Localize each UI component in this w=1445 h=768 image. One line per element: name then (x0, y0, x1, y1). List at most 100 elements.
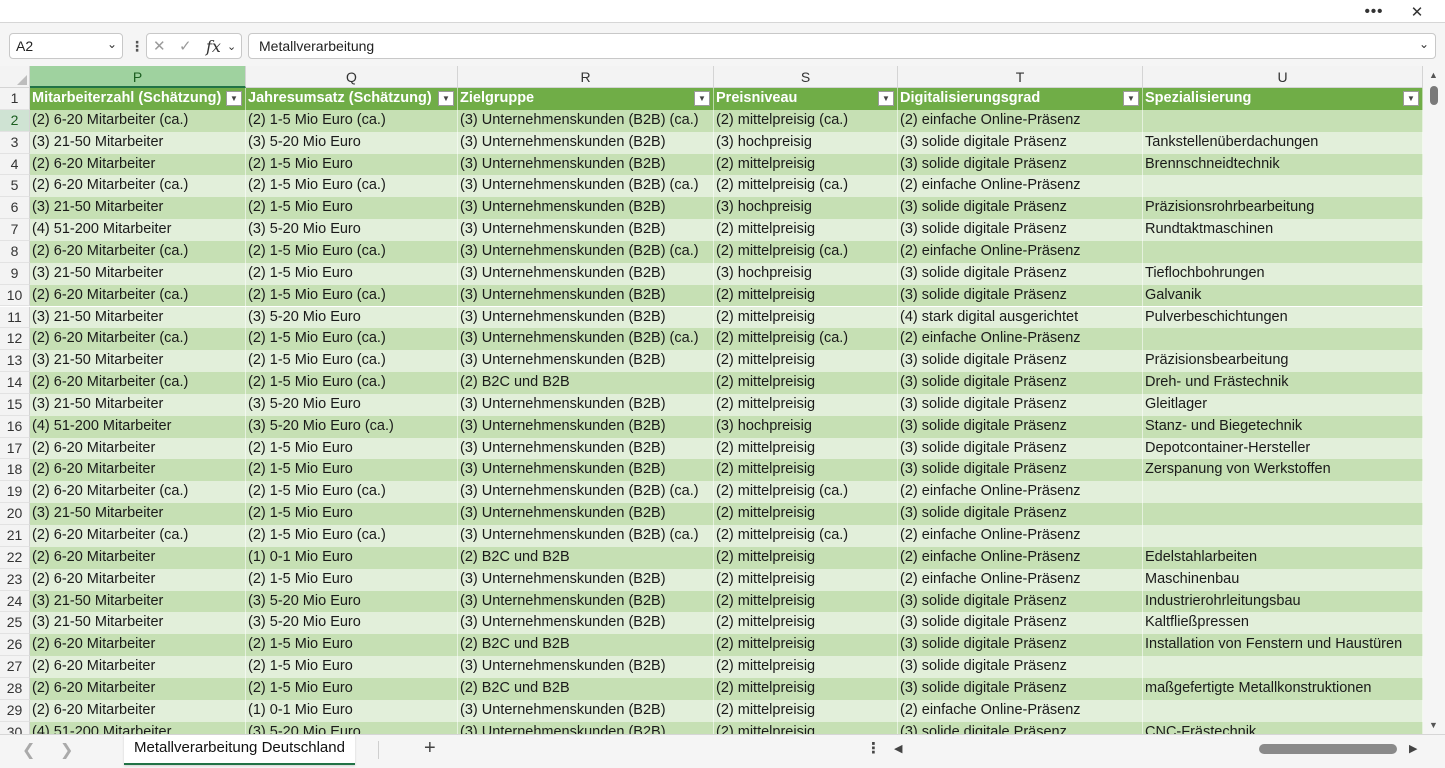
cell[interactable]: (3) Unternehmenskunden (B2B) (458, 153, 714, 176)
row-number[interactable]: 9 (0, 262, 30, 285)
add-sheet-button[interactable]: + (424, 737, 436, 760)
row-number[interactable]: 8 (0, 240, 30, 263)
cell[interactable]: Kaltfließpressen (1143, 612, 1423, 635)
column-header-t[interactable]: T (898, 66, 1143, 88)
cell[interactable]: (2) 6-20 Mitarbeiter (30, 634, 246, 657)
cell[interactable]: (1) 0-1 Mio Euro (246, 546, 458, 569)
cell[interactable]: (3) 21-50 Mitarbeiter (30, 590, 246, 613)
cell[interactable]: (2) 1-5 Mio Euro (246, 568, 458, 591)
previous-sheet-icon[interactable]: ❮ (22, 740, 35, 760)
row-number[interactable]: 30 (0, 721, 30, 734)
insert-function-icon[interactable]: fx (206, 37, 221, 56)
cell[interactable]: (2) 6-20 Mitarbeiter (30, 153, 246, 176)
cell[interactable]: Maschinenbau (1143, 568, 1423, 591)
cell[interactable]: (2) mittelpreisig (714, 634, 898, 657)
row-number[interactable]: 28 (0, 677, 30, 700)
cell[interactable]: (2) 6-20 Mitarbeiter (ca.) (30, 481, 246, 504)
cell[interactable]: (3) Unternehmenskunden (B2B) (458, 612, 714, 635)
cell[interactable]: (2) mittelpreisig (714, 219, 898, 241)
cell[interactable]: (3) 5-20 Mio Euro (ca.) (246, 415, 458, 438)
cell[interactable]: (2) mittelpreisig (714, 656, 898, 678)
cell[interactable]: (2) einfache Online-Präsenz (898, 568, 1143, 591)
cell[interactable]: (3) 21-50 Mitarbeiter (30, 262, 246, 285)
cell[interactable] (1143, 328, 1423, 351)
cell[interactable]: (3) 21-50 Mitarbeiter (30, 503, 246, 525)
cell[interactable]: (2) 6-20 Mitarbeiter (30, 437, 246, 460)
cell[interactable]: (2) 6-20 Mitarbeiter (ca.) (30, 109, 246, 132)
spreadsheet-grid[interactable]: PQRSTU 1 Mitarbeiterzahl (Schätzung) ▼ Jahr… (0, 66, 1423, 734)
cell[interactable]: (3) 21-50 Mitarbeiter (30, 393, 246, 416)
cell[interactable]: (2) mittelpreisig (714, 699, 898, 722)
cell[interactable] (1143, 481, 1423, 504)
cell[interactable]: (2) mittelpreisig (714, 721, 898, 734)
cell[interactable]: CNC-Frästechnik (1143, 721, 1423, 734)
cell[interactable]: (3) solide digitale Präsenz (898, 153, 1143, 176)
cell[interactable]: (3) Unternehmenskunden (B2B) (458, 721, 714, 734)
cell[interactable]: (3) solide digitale Präsenz (898, 721, 1143, 734)
cell[interactable]: (2) 1-5 Mio Euro (ca.) (246, 481, 458, 504)
cell[interactable]: (2) 1-5 Mio Euro (246, 677, 458, 700)
cell[interactable]: (3) 21-50 Mitarbeiter (30, 306, 246, 329)
cell[interactable]: (2) mittelpreisig (714, 306, 898, 329)
row-number[interactable]: 2 (0, 109, 30, 132)
cell[interactable]: (3) Unternehmenskunden (B2B) (458, 568, 714, 591)
cell[interactable]: (2) 6-20 Mitarbeiter (30, 568, 246, 591)
cell[interactable]: (3) Unternehmenskunden (B2B) (ca.) (458, 328, 714, 351)
cancel-icon[interactable]: ✕ (153, 37, 166, 55)
cell[interactable]: (3) Unternehmenskunden (B2B) (ca.) (458, 525, 714, 547)
cell[interactable]: (3) 5-20 Mio Euro (246, 219, 458, 241)
cell[interactable]: (2) 6-20 Mitarbeiter (ca.) (30, 372, 246, 394)
cell[interactable]: (3) hochpreisig (714, 131, 898, 154)
cell[interactable]: (3) hochpreisig (714, 197, 898, 220)
cell[interactable]: (2) 1-5 Mio Euro (ca.) (246, 284, 458, 307)
cell[interactable]: (2) 1-5 Mio Euro (ca.) (246, 328, 458, 351)
cell[interactable]: Edelstahlarbeiten (1143, 546, 1423, 569)
row-number[interactable]: 19 (0, 481, 30, 504)
cell[interactable]: (2) 6-20 Mitarbeiter (ca.) (30, 175, 246, 198)
cell[interactable]: (3) 5-20 Mio Euro (246, 393, 458, 416)
cell[interactable]: (3) Unternehmenskunden (B2B) (ca.) (458, 109, 714, 132)
cell[interactable]: (3) Unternehmenskunden (B2B) (458, 699, 714, 722)
cell[interactable]: (3) Unternehmenskunden (B2B) (458, 131, 714, 154)
select-all-corner[interactable] (0, 66, 30, 88)
cell[interactable]: (3) 5-20 Mio Euro (246, 306, 458, 329)
cell[interactable]: (3) 5-20 Mio Euro (246, 721, 458, 734)
cell[interactable]: (3) Unternehmenskunden (B2B) (458, 284, 714, 307)
cell[interactable]: (4) 51-200 Mitarbeiter (30, 415, 246, 438)
row-number[interactable]: 6 (0, 197, 30, 220)
row-number[interactable]: 7 (0, 219, 30, 241)
cell[interactable]: (3) 21-50 Mitarbeiter (30, 612, 246, 635)
cell[interactable]: (3) solide digitale Präsenz (898, 393, 1143, 416)
cell[interactable]: (3) Unternehmenskunden (B2B) (458, 306, 714, 329)
cell[interactable]: (2) mittelpreisig (714, 393, 898, 416)
cell[interactable]: (3) solide digitale Präsenz (898, 677, 1143, 700)
row-number[interactable]: 29 (0, 699, 30, 722)
row-number[interactable]: 18 (0, 459, 30, 482)
row-number[interactable]: 21 (0, 525, 30, 547)
filter-dropdown-icon[interactable]: ▼ (1403, 91, 1419, 106)
cell[interactable]: (2) B2C und B2B (458, 677, 714, 700)
cell[interactable]: (3) Unternehmenskunden (B2B) (458, 262, 714, 285)
cell[interactable]: (3) solide digitale Präsenz (898, 459, 1143, 482)
cell[interactable]: (3) 5-20 Mio Euro (246, 590, 458, 613)
cell[interactable]: (2) 6-20 Mitarbeiter (30, 459, 246, 482)
cell[interactable]: (3) Unternehmenskunden (B2B) (ca.) (458, 481, 714, 504)
cell[interactable]: (3) Unternehmenskunden (B2B) (458, 590, 714, 613)
cell[interactable]: Tieflochbohrungen (1143, 262, 1423, 285)
sheet-tab-metallverarbeitung[interactable]: Metallverarbeitung Deutschland (124, 735, 355, 765)
row-number[interactable]: 23 (0, 568, 30, 591)
cell[interactable] (1143, 525, 1423, 547)
row-number[interactable]: 11 (0, 306, 30, 329)
cell[interactable]: (3) Unternehmenskunden (B2B) (ca.) (458, 240, 714, 263)
enter-check-icon[interactable]: ✓ (179, 37, 192, 55)
cell[interactable]: (3) Unternehmenskunden (B2B) (458, 350, 714, 373)
cell[interactable]: (2) 1-5 Mio Euro (246, 437, 458, 460)
cell[interactable] (1143, 699, 1423, 722)
horizontal-scroll-thumb[interactable] (1259, 744, 1397, 754)
close-icon[interactable]: ✕ (1400, 0, 1434, 23)
formula-bar-grip-icon[interactable]: ⋮ (130, 38, 144, 55)
cell[interactable]: (2) 1-5 Mio Euro (246, 262, 458, 285)
cell[interactable]: (2) einfache Online-Präsenz (898, 109, 1143, 132)
cell[interactable]: (2) mittelpreisig (714, 372, 898, 394)
cell[interactable]: (3) 5-20 Mio Euro (246, 131, 458, 154)
